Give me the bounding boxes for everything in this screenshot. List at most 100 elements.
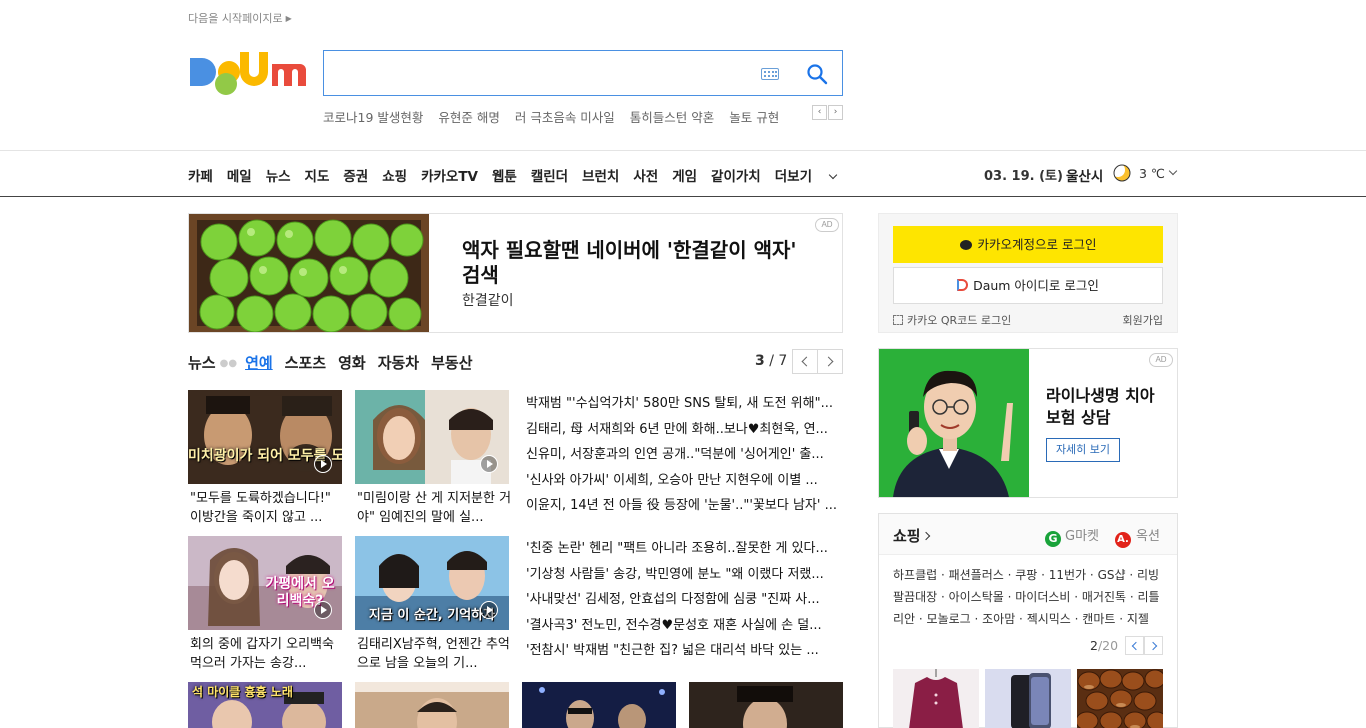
- news-thumbnail[interactable]: 가평에서 오리백숙?: [188, 536, 342, 630]
- side-ad-headline: 라이나생명 치아보험 상담: [1046, 386, 1155, 427]
- search-icon[interactable]: [806, 63, 828, 85]
- news-thumbnail[interactable]: [522, 682, 676, 728]
- shopping-title-link[interactable]: 쇼핑: [893, 525, 930, 546]
- signup-link[interactable]: 회원가입: [1123, 312, 1163, 328]
- tab-realestate[interactable]: 부동산: [431, 354, 472, 372]
- headline-link[interactable]: '신사와 아가씨' 이세희, 오승아 만난 지현우에 이별 ...: [526, 468, 843, 494]
- nav-item-dictionary[interactable]: 사전: [633, 169, 658, 185]
- headline-link[interactable]: 김태리, 母 서재희와 6년 만에 화해..보나♥최현욱, 연...: [526, 417, 843, 443]
- nav-item-mail[interactable]: 메일: [227, 169, 252, 185]
- nav-item-stock[interactable]: 증권: [343, 169, 368, 185]
- tab-entertainment[interactable]: 연예: [245, 354, 273, 372]
- news-category-tabs: 뉴스 ●● 연예 스포츠 영화 자동차 부동산: [188, 352, 485, 373]
- nav-more-label: 더보기: [774, 169, 812, 185]
- news-next-button[interactable]: [817, 349, 843, 374]
- nav-item-together[interactable]: 같이가치: [711, 169, 761, 185]
- trending-keyword[interactable]: 유현준 해명: [438, 110, 499, 125]
- nav-item-map[interactable]: 지도: [305, 169, 330, 185]
- news-thumbnail[interactable]: 미치광이가 되어 모두를 도륙하겠습니다: [188, 390, 342, 484]
- news-thumbnail[interactable]: 석 마이클 흉흉 노래: [188, 682, 342, 728]
- tab-movie[interactable]: 영화: [338, 354, 366, 372]
- weather-temperature[interactable]: 3 ℃: [1139, 166, 1165, 181]
- ad-image-person: [879, 349, 1029, 497]
- search-box: [323, 50, 843, 96]
- keyboard-icon[interactable]: [761, 68, 779, 80]
- tab-sports[interactable]: 스포츠: [285, 354, 326, 372]
- headline-link[interactable]: '사내맞선' 김세정, 안효섭의 다정함에 심쿵 "진짜 사...: [526, 587, 843, 613]
- news-thumbnail-title[interactable]: "모두를 도륙하겠습니다!" 이방간을 죽이지 않고 ...: [190, 489, 345, 527]
- ad-advertiser: 한결같이: [462, 293, 514, 309]
- trending-keywords: 코로나19 발생현황 유현준 해명 러 극초음속 미사일 톰히들스턴 약혼 놀토…: [323, 107, 790, 126]
- weather-city[interactable]: 울산시: [1066, 165, 1103, 185]
- nav-item-brunch[interactable]: 브런치: [582, 169, 619, 185]
- tab-car[interactable]: 자동차: [378, 354, 419, 372]
- chevron-right-icon: ›: [833, 107, 838, 117]
- gmarket-link[interactable]: G G마켓: [1045, 525, 1099, 547]
- news-thumbnail-title[interactable]: 회의 중에 갑자기 오리백숙 먹으러 가자는 송강...: [190, 635, 345, 673]
- side-banner-ad[interactable]: 라이나생명 치아보험 상담 자세히 보기 AD: [878, 348, 1178, 498]
- nav-item-shopping[interactable]: 쇼핑: [382, 169, 407, 185]
- kakao-login-button[interactable]: 카카오계정으로 로그인: [893, 226, 1163, 263]
- nav-item-kakaotv[interactable]: 카카오TV: [421, 169, 478, 185]
- side-ad-cta-button[interactable]: 자세히 보기: [1046, 438, 1120, 462]
- chevron-left-icon: [1131, 641, 1141, 651]
- news-thumbnail-title[interactable]: "미림이랑 산 게 지저분한 거야" 임예진의 말에 실...: [357, 489, 512, 527]
- headline-link[interactable]: '친중 논란' 헨리 "팩트 아니라 조용히..잘못한 게 있다...: [526, 536, 843, 562]
- headline-link[interactable]: '기상청 사람들' 송강, 박민영에 분노 "왜 이랬다 저랬...: [526, 562, 843, 588]
- shopping-title: 쇼핑: [893, 527, 921, 545]
- chevron-right-icon: [921, 531, 930, 541]
- news-thumbnail[interactable]: [689, 682, 843, 728]
- qr-login-link[interactable]: 카카오 QR코드 로그인: [893, 312, 1011, 328]
- trending-keyword[interactable]: 톰히들스턴 약혼: [630, 110, 714, 125]
- gmarket-label: G마켓: [1065, 529, 1099, 544]
- headline-link[interactable]: 신유미, 서장훈과의 인연 공개.."덕분에 '싱어게인' 출...: [526, 442, 843, 468]
- news-thumbnail[interactable]: [355, 390, 509, 484]
- trending-next-button[interactable]: ›: [828, 105, 843, 120]
- set-start-page-link[interactable]: 다음을 시작페이지로 ▶: [188, 10, 292, 26]
- crescent-moon-icon: [1111, 163, 1131, 182]
- gmarket-logo-icon: G: [1045, 531, 1061, 547]
- headline-link[interactable]: 이윤지, 14년 전 아들 役 등장에 '눈물'.."'꽃보다 남자' ...: [526, 493, 843, 519]
- play-icon: [480, 455, 498, 473]
- trending-keyword[interactable]: 코로나19 발생현황: [323, 110, 423, 125]
- banner-ad[interactable]: 액자 필요할땐 네이버에 '한결같이 액자' 검색 한결같이 AD: [188, 213, 843, 333]
- nav-item-webtoon[interactable]: 웹툰: [492, 169, 517, 185]
- start-page-label: 다음을 시작페이지로: [188, 12, 283, 25]
- shopping-next-button[interactable]: [1144, 636, 1163, 655]
- dots-separator: ●●: [219, 358, 238, 369]
- nav-item-calendar[interactable]: 캘린더: [531, 169, 568, 185]
- daum-login-button[interactable]: Daum 아이디로 로그인: [893, 267, 1163, 304]
- page-current: 3: [755, 353, 765, 369]
- nav-item-news[interactable]: 뉴스: [266, 169, 291, 185]
- trending-keyword[interactable]: 놀토 규현: [729, 110, 779, 125]
- ad-badge: AD: [1149, 353, 1173, 367]
- shopping-prev-button[interactable]: [1125, 636, 1144, 655]
- ad-image-apples: [189, 214, 429, 332]
- search-input[interactable]: [334, 59, 754, 87]
- headline-link[interactable]: '결사곡3' 전노민, 전수경♥문성호 재혼 사실에 손 덜...: [526, 613, 843, 639]
- news-thumbnail[interactable]: [355, 682, 509, 728]
- shopping-header: 쇼핑 G G마켓 A. 옥션: [879, 514, 1177, 555]
- news-page-indicator: 3 / 7: [755, 353, 787, 369]
- nav-item-game[interactable]: 게임: [672, 169, 697, 185]
- news-thumbnail[interactable]: 지금 이 순간, 기억하자: [355, 536, 509, 630]
- tab-news[interactable]: 뉴스: [188, 354, 216, 372]
- shopping-mall-links[interactable]: 하프클럽 · 패션플러스 · 쿠팡 · 11번가 · GS샵 · 리빙팔끔대장 …: [893, 564, 1165, 630]
- auction-logo-icon: A.: [1115, 532, 1131, 548]
- play-icon: [314, 601, 332, 619]
- daum-login-label: Daum 아이디로 로그인: [973, 278, 1099, 293]
- nav-more-button[interactable]: 더보기: [774, 169, 838, 185]
- daum-logo[interactable]: [188, 48, 306, 100]
- news-prev-button[interactable]: [792, 349, 818, 374]
- product-thumbnail-phone[interactable]: [985, 669, 1071, 728]
- ad-badge: AD: [815, 218, 839, 232]
- auction-link[interactable]: A. 옥션: [1115, 525, 1160, 548]
- product-thumbnail-sweater[interactable]: [893, 669, 979, 728]
- headline-link[interactable]: 박재범 "'수십억가치' 580만 SNS 탈퇴, 새 도전 위해"...: [526, 391, 843, 417]
- news-thumbnail-title[interactable]: 김태리X남주혁, 언젠간 추억으로 남을 오늘의 기...: [357, 635, 512, 673]
- trending-keyword[interactable]: 러 극초음속 미사일: [515, 110, 615, 125]
- trending-prev-button[interactable]: ‹: [812, 105, 827, 120]
- headline-link[interactable]: '전참시' 박재범 "친근한 집? 넓은 대리석 바닥 있는 ...: [526, 638, 843, 664]
- nav-item-cafe[interactable]: 카페: [188, 169, 213, 185]
- product-thumbnail-chestnuts[interactable]: [1077, 669, 1163, 728]
